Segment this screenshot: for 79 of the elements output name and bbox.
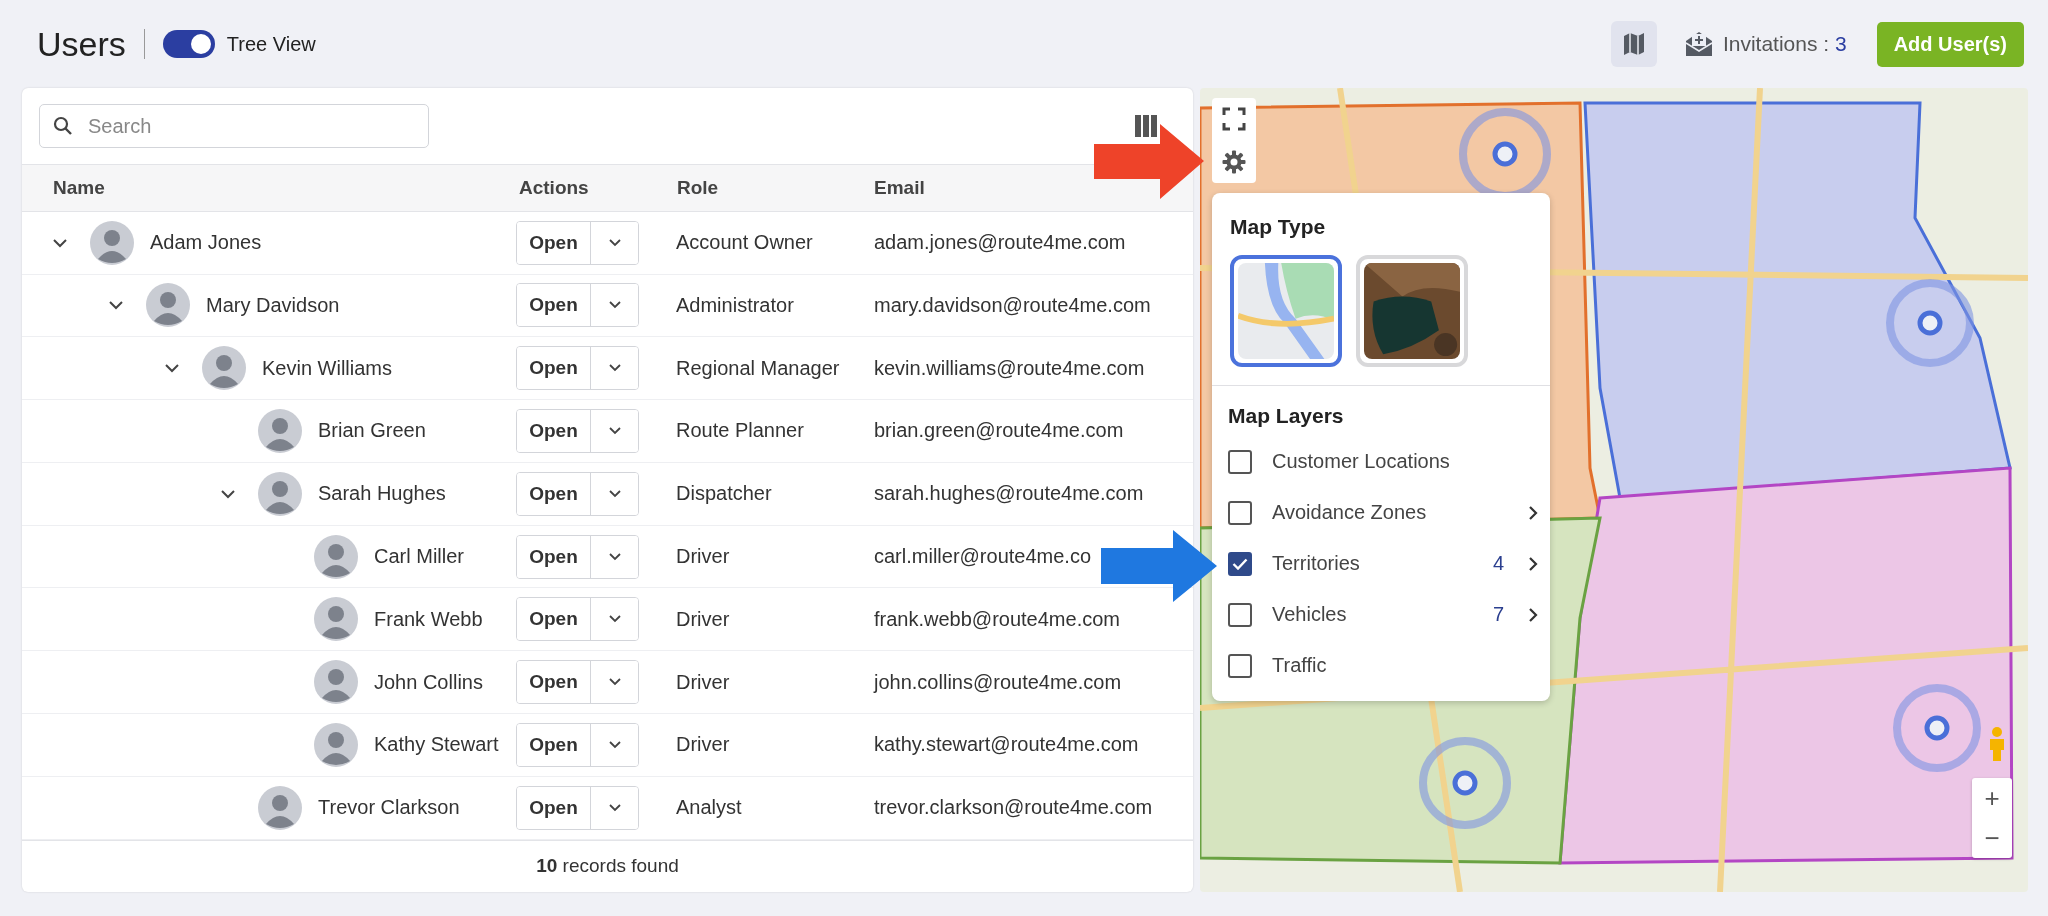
user-name: John Collins [374, 670, 483, 694]
caret-icon [608, 301, 621, 310]
open-button[interactable]: Open [517, 284, 591, 327]
open-button[interactable]: Open [517, 347, 591, 390]
avatar-icon [202, 346, 246, 391]
user-name: Mary Davidson [206, 293, 340, 317]
role-text: Analyst [676, 796, 742, 819]
caret-icon [608, 678, 621, 687]
avatar-icon [258, 471, 302, 516]
records-count: 10 records found [536, 855, 679, 878]
user-name: Kevin Williams [262, 356, 393, 380]
email-text: kathy.stewart@route4me.com [874, 733, 1139, 756]
avatar-icon [258, 785, 302, 830]
user-name: Carl Miller [374, 545, 464, 569]
open-button[interactable]: Open [517, 786, 591, 829]
invitations-label[interactable]: Invitations : 3 [1722, 32, 1847, 56]
user-name: Trevor Clarkson [318, 796, 460, 820]
chevron-icon[interactable] [52, 237, 68, 248]
page-title: Users [37, 24, 126, 64]
open-button[interactable]: Open [517, 410, 591, 452]
invitation-icon[interactable] [1684, 31, 1713, 57]
avatar-icon [258, 409, 302, 453]
email-text: mary.davidson@route4me.com [874, 293, 1151, 316]
role-text: Driver [676, 607, 730, 630]
map-view-button[interactable] [1610, 21, 1657, 67]
avatar-icon [314, 722, 358, 767]
avatar-icon [314, 660, 358, 705]
user-name: Sarah Hughes [318, 482, 446, 506]
email-text: frank.webb@route4me.com [874, 607, 1120, 630]
open-button[interactable]: Open [517, 661, 591, 704]
column-header: Role [676, 176, 720, 199]
user-name: Frank Webb [374, 607, 483, 631]
open-button[interactable]: Open [517, 221, 591, 264]
avatar-icon [314, 534, 358, 579]
tree-view-toggle[interactable] [162, 30, 215, 58]
open-button[interactable]: Open [517, 723, 591, 766]
email-text: trevor.clarkson@route4me.com [874, 796, 1153, 819]
role-text: Regional Manager [676, 356, 840, 379]
user-name: Adam Jones [150, 231, 262, 255]
email-text: adam.jones@route4me.com [874, 231, 1126, 254]
caret-icon [608, 803, 621, 812]
email-text: carl.miller@route4me.co [874, 545, 1092, 568]
user-name: Brian Green [318, 419, 426, 443]
caret-icon [608, 238, 621, 247]
email-text: kevin.williams@route4me.com [874, 356, 1145, 379]
caret-icon [608, 615, 621, 624]
column-header: Name [52, 176, 106, 199]
caret-icon [608, 740, 621, 749]
role-text: Driver [676, 670, 730, 693]
email-text: john.collins@route4me.com [874, 670, 1122, 693]
map-icon [1622, 32, 1645, 56]
chevron-icon[interactable] [108, 300, 124, 311]
open-button[interactable]: Open [517, 535, 591, 578]
columns-icon[interactable] [1135, 115, 1159, 138]
search-field[interactable]: Search [39, 104, 429, 149]
role-text: Account Owner [676, 231, 813, 254]
role-text: Route Planner [676, 419, 804, 442]
avatar-icon [146, 283, 190, 328]
caret-icon [608, 364, 621, 373]
caret-icon [608, 427, 621, 435]
search-icon [53, 116, 73, 137]
open-button[interactable]: Open [517, 598, 591, 641]
open-button[interactable]: Open [517, 472, 591, 515]
email-text: sarah.hughes@route4me.com [874, 482, 1144, 505]
role-text: Dispatcher [676, 482, 772, 505]
role-text: Driver [676, 733, 730, 756]
avatar-icon [90, 220, 134, 265]
toggle-label: Tree View [226, 32, 316, 56]
chevron-icon[interactable] [220, 488, 236, 499]
caret-icon [608, 489, 621, 498]
caret-icon [608, 552, 621, 561]
role-text: Driver [676, 545, 730, 568]
role-text: Administrator [676, 293, 794, 316]
avatar-icon [314, 597, 358, 642]
email-text: brian.green@route4me.com [874, 419, 1124, 442]
chevron-icon[interactable] [164, 363, 180, 374]
user-name: Kathy Stewart [374, 733, 499, 757]
column-header: Actions [518, 176, 590, 199]
column-header: Email [874, 176, 926, 199]
